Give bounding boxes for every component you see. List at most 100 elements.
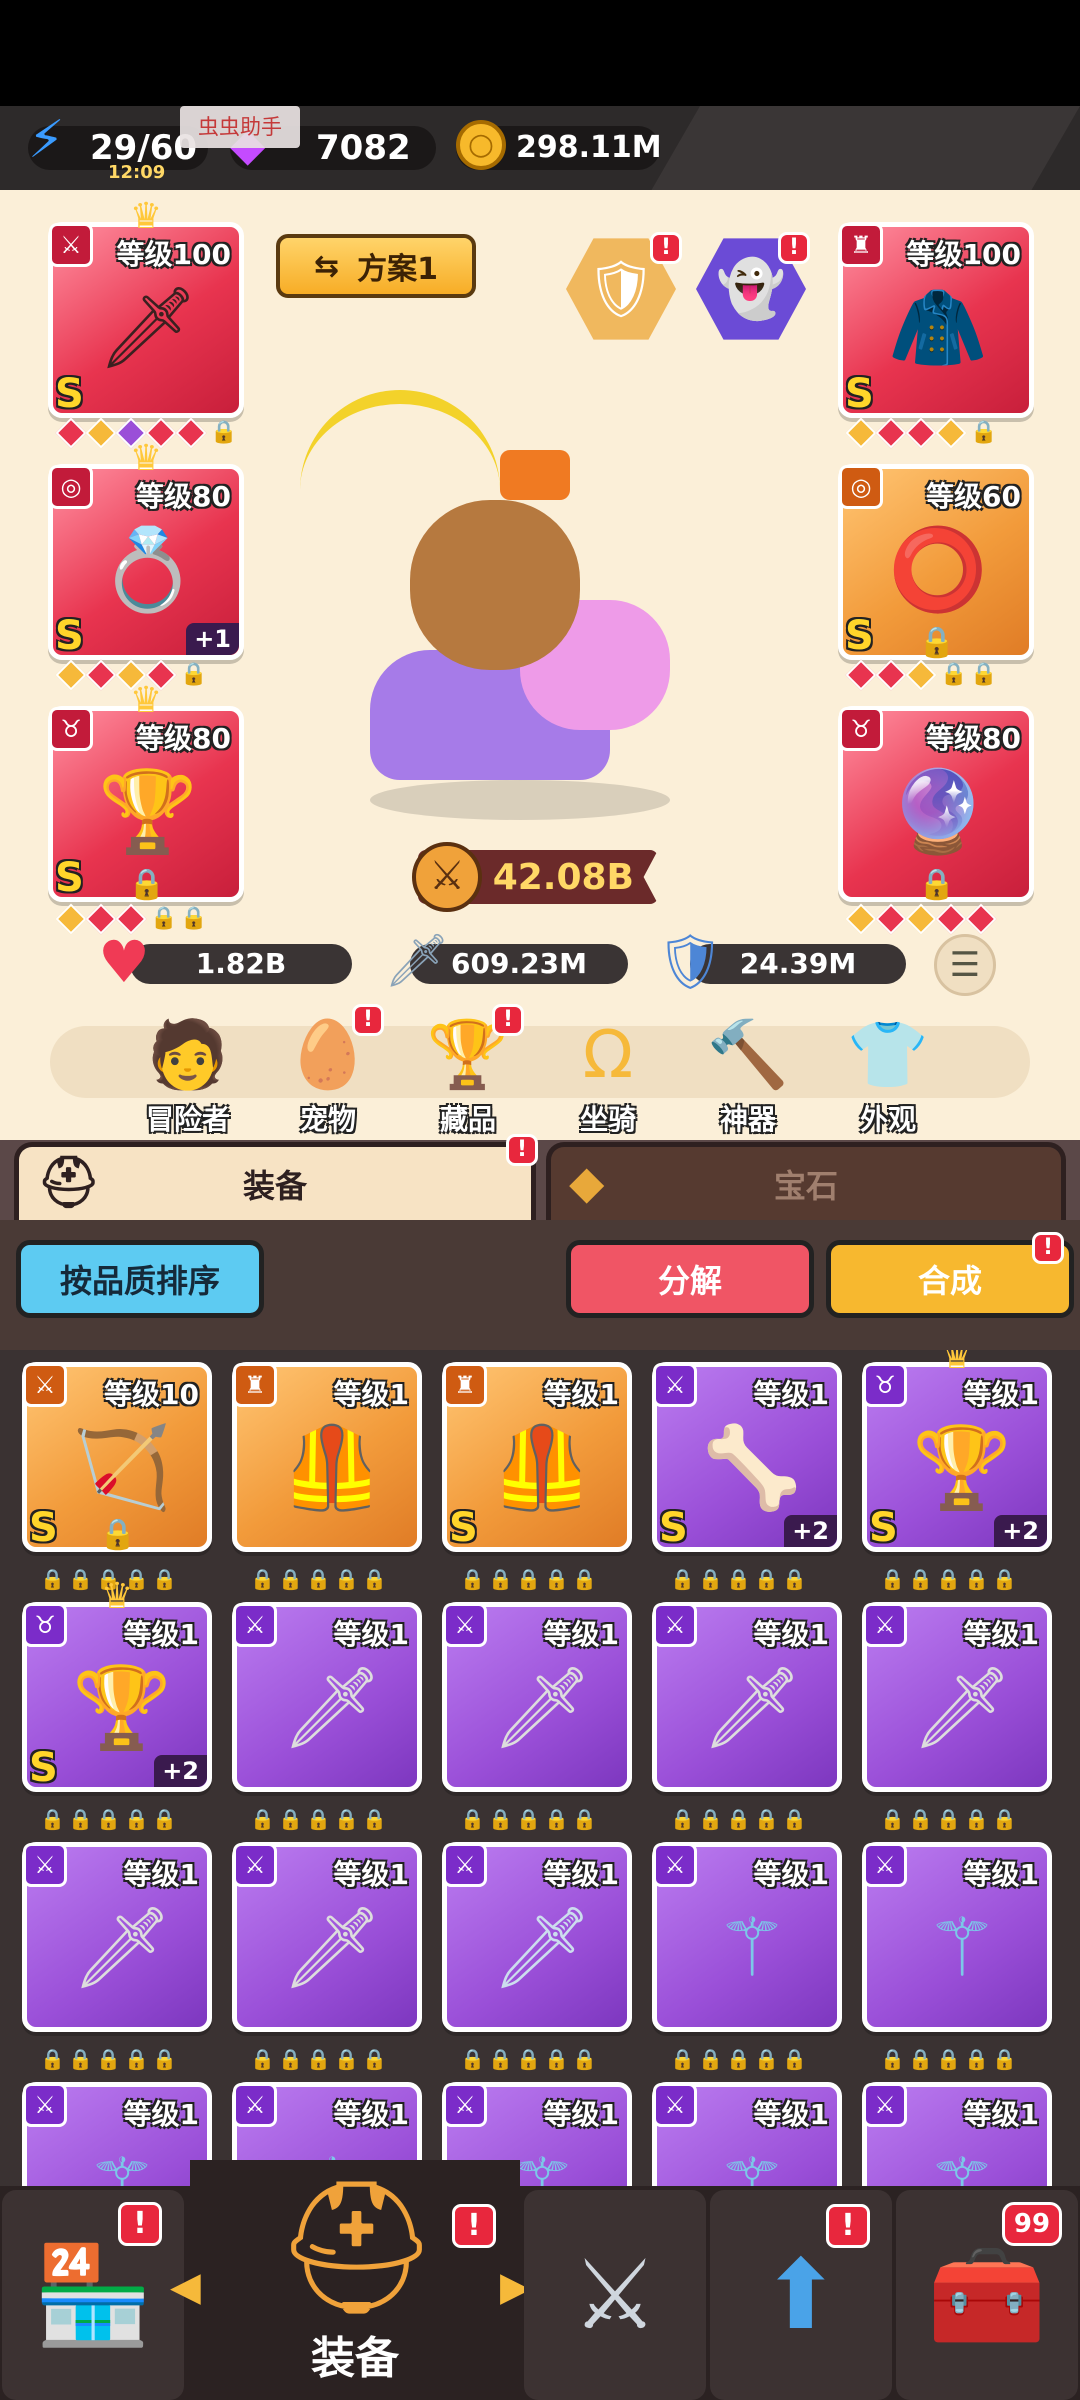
nav-artifact[interactable]: 🔨 神器 — [688, 1012, 808, 1136]
lock-icon: 🔒 — [68, 1567, 93, 1591]
armor-type-icon: ♜ — [839, 223, 883, 267]
inventory-item[interactable]: ⚔ 等级1 🗡 🔒 🔒 🔒 🔒 🔒 — [442, 1602, 632, 1842]
lock-icon: 🔒 — [124, 2047, 149, 2071]
hero-character[interactable] — [300, 390, 720, 830]
gold-pill[interactable]: ○ 298.11M — [456, 120, 662, 170]
nav-adventurer[interactable]: 🧑 冒险者 — [128, 1012, 248, 1136]
equipped-ring-slot[interactable]: ♛ ◎ 等级80 💍 S +1 — [48, 441, 244, 660]
inventory-item[interactable]: ⚔ 等级1 🦴 S +2 🔒 🔒 🔒 🔒 🔒 — [652, 1362, 842, 1602]
swap-arrows-icon: ⇆ — [313, 248, 340, 284]
gem-yellow — [85, 417, 117, 449]
lock-icon: 🔒 — [936, 1807, 961, 1831]
lock-icon: 🔒 — [970, 662, 998, 687]
inventory-item[interactable]: ⚔ 等级1 ⚚ 🔒 🔒 🔒 🔒 🔒 — [652, 1842, 842, 2082]
sword-icon: 🗡 — [384, 931, 451, 991]
inventory-item[interactable]: ⚔ 等级10 🏹 S 🔒 🔒 🔒 🔒 🔒 🔒 — [22, 1362, 212, 1602]
stats-detail-button[interactable]: ☰ — [934, 934, 996, 996]
sort-by-quality-button[interactable]: 按品质排序 — [16, 1240, 264, 1318]
inventory-item[interactable]: ⚔ 等级1 ⚚ 🔒 🔒 🔒 🔒 🔒 — [862, 1842, 1052, 2082]
chevron-left-icon[interactable]: ◀ — [170, 2264, 201, 2310]
inventory-item[interactable]: ⚔ 等级1 🗡 🔒 🔒 🔒 🔒 🔒 — [442, 1842, 632, 2082]
item-level: 等级1 — [963, 1618, 1039, 1651]
inventory-item[interactable]: ⚔ 等级1 🗡 🔒 🔒 🔒 🔒 🔒 — [862, 1602, 1052, 1842]
plan-switch-button[interactable]: ⇆ 方案1 — [276, 234, 476, 298]
notification-badge: ! — [1032, 1232, 1064, 1264]
horseshoe-icon: Ω — [582, 1016, 634, 1093]
gem-sockets: 🔒 🔒 🔒 🔒 🔒 — [250, 1804, 387, 1834]
equipped-bracelet-slot[interactable]: ◎ 等级60 ⭕ S 🔒 — [838, 464, 1034, 660]
lock-icon: 🔒 — [488, 2047, 513, 2071]
equipped-weapon-slot[interactable]: ♛ ⚔ 等级100 🗡 S — [48, 199, 244, 418]
lock-icon: 🔒 — [992, 1807, 1017, 1831]
bottom-nav-equipment[interactable]: ⛑ 装备 — [190, 2160, 520, 2400]
inventory-item[interactable]: ⚔ 等级1 🗡 🔒 🔒 🔒 🔒 🔒 — [232, 1842, 422, 2082]
power-sword-icon: ⚔ — [412, 842, 482, 912]
lock-icon: 🔒 — [152, 1807, 177, 1831]
bone-staff-icon: 🦴 — [702, 1421, 802, 1514]
plus-badge: +2 — [154, 1755, 207, 1787]
crystal-ring-icon: 💍 — [98, 523, 198, 616]
item-level: 等级10 — [104, 1378, 199, 1411]
lock-icon: 🔒 — [726, 2047, 751, 2071]
inventory-item[interactable]: ⚔ 等级1 ⚚ — [862, 2082, 1052, 2190]
gem-yellow — [845, 903, 877, 935]
hp-stat: 1.82B — [130, 944, 352, 984]
item-level: 等级1 — [963, 1378, 1039, 1411]
dark-sword-icon: 🗡 — [97, 281, 199, 374]
decompose-button[interactable]: 分解 — [566, 1240, 814, 1318]
armor-type-icon: ♜ — [443, 1363, 487, 1407]
inventory-item[interactable]: ♛ ♉ 等级1 🏆 S +2 🔒 🔒 🔒 🔒 🔒 — [862, 1350, 1052, 1602]
inventory-item[interactable]: ⚔ 等级1 🗡 🔒 🔒 🔒 🔒 🔒 — [22, 1842, 212, 2082]
plan-label: 方案1 — [357, 252, 438, 287]
equipped-trophy-slot[interactable]: ♛ ♉ 等级80 🏆 S 🔒 — [48, 683, 244, 902]
gem-red — [875, 903, 907, 935]
tab-gems[interactable]: ◆ 宝石 — [546, 1142, 1066, 1220]
sword-icon: 🗡 — [71, 1901, 173, 1994]
crossbow-icon: 🏹 — [72, 1421, 172, 1514]
lock-icon: 🔒 — [918, 625, 956, 660]
grade-badge: S — [55, 613, 84, 659]
slot-level: 等级60 — [926, 480, 1021, 513]
nav-mount[interactable]: Ω 坐骑 — [548, 1012, 668, 1136]
lock-icon: 🔒 — [940, 662, 968, 687]
nav-label: 藏品 — [439, 1103, 496, 1136]
lock-icon: 🔒 — [544, 1567, 569, 1591]
tab-equipment[interactable]: ⛑ 装备 — [14, 1142, 536, 1220]
inventory-item[interactable]: ⚔ 等级1 🗡 🔒 🔒 🔒 🔒 🔒 — [232, 1602, 422, 1842]
lock-icon: 🔒 — [572, 1807, 597, 1831]
sword-icon: 🗡 — [491, 1661, 593, 1754]
energy-timer: 12:09 — [108, 162, 166, 183]
inventory-item[interactable]: ⚔ 等级1 🗡 🔒 🔒 🔒 🔒 🔒 — [652, 1602, 842, 1842]
crystal-staff-icon: ⚚ — [716, 1901, 788, 1994]
inventory-item[interactable]: ⚔ 等级1 ⚚ — [22, 2082, 212, 2190]
chalice-icon: 🏆 — [72, 1661, 172, 1754]
inventory-item[interactable]: ♜ 等级1 🦺 S 🔒 🔒 🔒 🔒 🔒 — [442, 1362, 632, 1602]
nav-appearance[interactable]: 👕 外观 — [828, 1012, 948, 1136]
inventory-item[interactable]: ⚔ 等级1 ⚚ — [652, 2082, 842, 2190]
crown-hat — [500, 450, 570, 500]
lock-icon: 🔒 — [544, 1807, 569, 1831]
lock-icon: 🔒 — [96, 2047, 121, 2071]
crystal-staff-icon: ⚚ — [86, 2141, 158, 2190]
blue-orb-icon: 🔮 — [888, 765, 988, 858]
overlay-watermark: 虫虫助手 — [180, 106, 300, 148]
gold-value: 298.11M — [516, 130, 662, 165]
bottom-nav-battle[interactable]: ⚔ — [524, 2190, 706, 2400]
equipped-armor-slot[interactable]: ♜ 等级100 🧥 S — [838, 222, 1034, 418]
scimitar-icon: 🗡 — [491, 1901, 593, 1994]
inventory-item[interactable]: ♛ ♉ 等级1 🏆 S +2 🔒 🔒 🔒 🔒 🔒 — [22, 1579, 212, 1842]
sword-type-icon: ⚔ — [233, 1603, 277, 1647]
crown-icon: ♛ — [100, 1576, 134, 1617]
tab-label: 装备 — [242, 1166, 307, 1205]
crystal-staff-icon: ⚚ — [716, 2141, 788, 2190]
lock-icon: 🔒 — [754, 2047, 779, 2071]
lock-icon: 🔒 — [334, 1567, 359, 1591]
resource-bar: ⚡ 29/60 12:09 ◆ 7082 ○ 298.11M — [0, 106, 1080, 190]
inventory-item[interactable]: ♜ 等级1 🦺 🔒 🔒 🔒 🔒 🔒 — [232, 1362, 422, 1602]
gem-sockets: 🔒 🔒 🔒 🔒 🔒 — [880, 1564, 1017, 1594]
lock-icon: 🔒 — [782, 1567, 807, 1591]
item-level: 等级1 — [963, 2098, 1039, 2131]
lock-icon: 🔒 — [68, 1807, 93, 1831]
gem-yellow — [845, 417, 877, 449]
equipped-necklace-slot[interactable]: ♉ 等级80 🔮 🔒 — [838, 706, 1034, 902]
